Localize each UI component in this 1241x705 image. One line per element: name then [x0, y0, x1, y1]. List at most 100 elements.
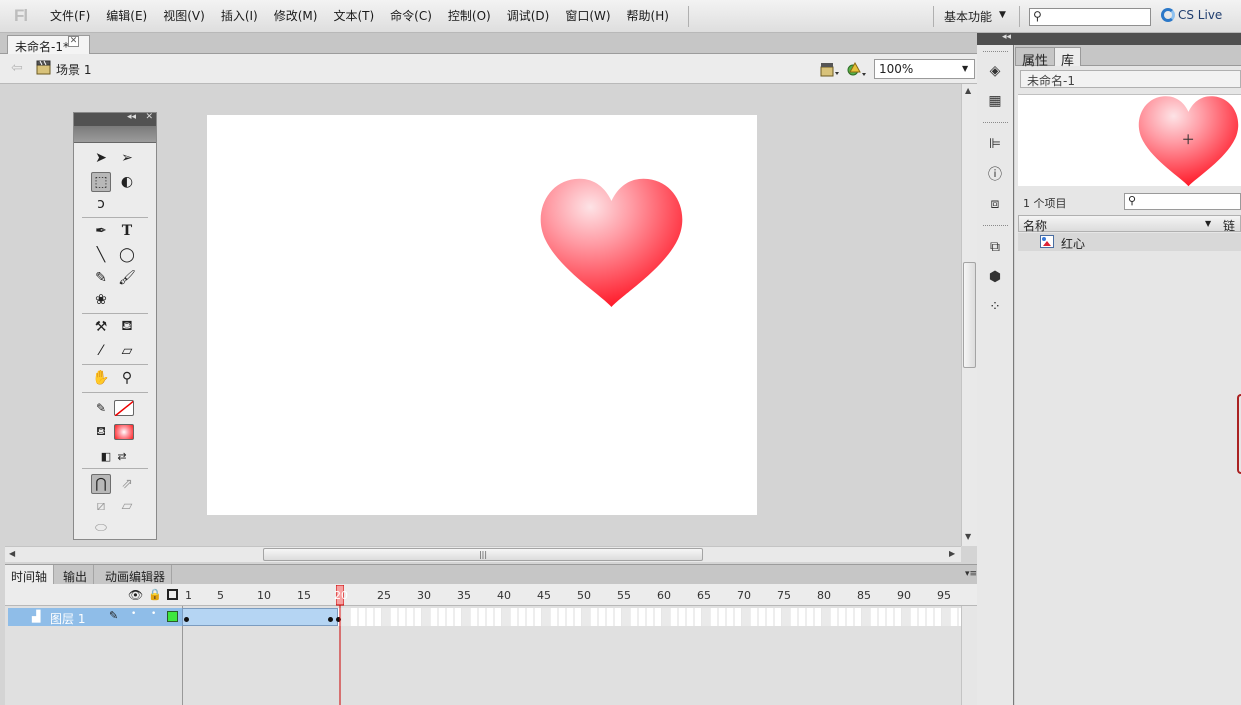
menu-modify[interactable]: 修改(M) — [266, 0, 326, 33]
edit-scene-icon[interactable] — [820, 61, 840, 77]
tab-output[interactable]: 输出 — [57, 565, 95, 585]
eyedropper-tool-icon[interactable]: ⁄ — [91, 341, 111, 361]
library-search-input[interactable]: ⚲ — [1124, 193, 1241, 210]
stroke-color-swatch[interactable] — [114, 400, 134, 416]
info-panel-icon[interactable]: ⓘ — [986, 165, 1004, 183]
edit-symbol-icon[interactable] — [847, 60, 867, 78]
scene-name[interactable]: 场景 1 — [56, 61, 91, 78]
swap-colors-icon[interactable]: ⇄ — [112, 446, 132, 466]
tab-motion-editor[interactable]: 动画编辑器 — [99, 565, 173, 585]
fill-color-swatch[interactable] — [114, 424, 134, 440]
subselection-tool-icon[interactable]: ➢ — [117, 148, 137, 168]
components-panel-icon[interactable]: ⬢ — [986, 268, 1004, 286]
back-arrow-icon[interactable]: ⇦ — [11, 60, 23, 76]
stroke-color-icon[interactable]: ✎ — [91, 398, 111, 418]
outline-icon[interactable] — [167, 589, 178, 600]
library-document-select[interactable]: 未命名-1 — [1020, 70, 1241, 88]
collapse-icon[interactable]: ◂◂ — [1002, 32, 1011, 42]
sort-icon[interactable]: ▼ — [1205, 219, 1211, 228]
menu-file[interactable]: 文件(F) — [42, 0, 98, 33]
pencil-tool-icon[interactable]: ✎ — [91, 268, 111, 288]
keyframe-dot[interactable] — [184, 617, 189, 622]
panel-menu-icon[interactable]: ▾≡ — [965, 569, 977, 579]
close-icon[interactable]: ✕ — [68, 36, 79, 47]
workspace-switcher[interactable]: 基本功能 — [944, 8, 992, 25]
tab-timeline[interactable]: 时间轴 — [5, 565, 55, 585]
eraser-tool-icon[interactable]: ▱ — [117, 341, 137, 361]
oval-tool-icon[interactable]: ◯ — [117, 245, 137, 265]
scale-icon[interactable]: ⬭ — [91, 518, 111, 538]
heart-shape[interactable] — [539, 177, 684, 308]
3d-rotation-tool-icon[interactable]: ◐ — [117, 172, 137, 192]
tools-titlebar[interactable]: ◂◂ ✕ — [74, 112, 156, 126]
menu-help[interactable]: 帮助(H) — [619, 0, 677, 33]
keyframe-dot[interactable] — [328, 617, 333, 622]
text-tool-icon[interactable]: T — [117, 221, 137, 241]
menu-text[interactable]: 文本(T) — [325, 0, 382, 33]
cs-live-button[interactable]: CS Live — [1161, 8, 1222, 22]
collapse-icon[interactable]: ◂◂ — [127, 112, 136, 122]
menu-insert[interactable]: 插入(I) — [213, 0, 266, 33]
color-panel-icon[interactable]: ◈ — [986, 62, 1004, 80]
scroll-thumb[interactable] — [963, 262, 976, 368]
menu-control[interactable]: 控制(O) — [440, 0, 499, 33]
bone-tool-icon[interactable]: ⚒ — [91, 317, 111, 337]
timeline-vertical-scrollbar[interactable] — [961, 606, 977, 705]
menu-view[interactable]: 视图(V) — [155, 0, 213, 33]
chevron-down-icon[interactable]: ▼ — [962, 64, 968, 73]
column-name[interactable]: 名称 — [1023, 217, 1047, 234]
frames-row[interactable] — [182, 606, 961, 628]
scroll-down-icon[interactable]: ▼ — [965, 532, 971, 541]
stage-horizontal-scrollbar[interactable]: ◀ ||| ▶ — [5, 546, 961, 562]
straighten-icon[interactable]: ⧄ — [91, 496, 111, 516]
align-panel-icon[interactable]: ⊫ — [986, 135, 1004, 153]
lock-icon[interactable]: 🔒 — [148, 588, 162, 601]
free-transform-tool-icon[interactable]: ⬚ — [91, 172, 111, 192]
lock-dot[interactable]: • — [151, 609, 156, 619]
library-item[interactable]: 红心 — [1018, 233, 1241, 251]
layer-row[interactable]: ▟ 图层 1 ✎ • • — [8, 608, 182, 626]
hand-tool-icon[interactable]: ✋ — [91, 368, 111, 388]
code-snippets-icon[interactable]: ⧉ — [986, 238, 1004, 256]
zoom-tool-icon[interactable]: ⚲ — [117, 368, 137, 388]
brush-tool-icon[interactable]: 🖌 — [117, 268, 137, 288]
motion-presets-icon[interactable]: ⁘ — [986, 298, 1004, 316]
tools-grip[interactable] — [74, 126, 156, 143]
transform-panel-icon[interactable]: ⧈ — [986, 195, 1004, 213]
stage-vertical-scrollbar[interactable]: ▲ ▼ — [961, 84, 977, 546]
layer-color-swatch[interactable] — [167, 611, 178, 622]
line-tool-icon[interactable]: ╲ — [91, 245, 111, 265]
zoom-select[interactable]: 100% — [874, 59, 975, 79]
tab-library[interactable]: 库 — [1054, 47, 1082, 69]
deco-tool-icon[interactable]: ❀ — [91, 290, 111, 310]
layer-name[interactable]: 图层 1 — [50, 610, 85, 627]
close-icon[interactable]: ✕ — [145, 112, 153, 122]
dock-grip[interactable] — [983, 122, 1008, 124]
fill-color-icon[interactable]: ⛾ — [91, 422, 111, 442]
side-panel-edge[interactable] — [1237, 394, 1241, 474]
eye-icon[interactable]: 👁 — [128, 588, 143, 602]
scroll-up-icon[interactable]: ▲ — [965, 86, 971, 95]
chevron-down-icon[interactable]: ▼ — [999, 10, 1006, 20]
dock-grip[interactable] — [983, 51, 1008, 53]
rotate-skew-icon[interactable]: ▱ — [117, 496, 137, 516]
scroll-thumb[interactable]: ||| — [263, 548, 703, 561]
menu-window[interactable]: 窗口(W) — [557, 0, 618, 33]
visibility-dot[interactable]: • — [131, 609, 136, 619]
scroll-left-icon[interactable]: ◀ — [9, 549, 15, 558]
smooth-icon[interactable]: ⇗ — [117, 474, 137, 494]
selection-tool-icon[interactable]: ➤ — [91, 148, 111, 168]
playhead[interactable] — [336, 585, 344, 705]
stage[interactable] — [207, 115, 757, 515]
tab-properties[interactable]: 属性 — [1015, 47, 1056, 69]
pen-tool-icon[interactable]: ✒ — [91, 221, 111, 241]
menu-debug[interactable]: 调试(D) — [499, 0, 558, 33]
scroll-right-icon[interactable]: ▶ — [949, 549, 955, 558]
help-search-input[interactable]: ⚲ — [1029, 8, 1151, 26]
frame-ruler[interactable]: 1 5 10 15 25 30 35 40 45 50 55 60 65 70 75 80 85 90 95 — [182, 584, 962, 606]
paint-bucket-tool-icon[interactable]: ⛾ — [117, 317, 137, 337]
swatches-panel-icon[interactable]: ▦ — [986, 92, 1004, 110]
menu-edit[interactable]: 编辑(E) — [98, 0, 155, 33]
snap-to-objects-icon[interactable]: ⋂ — [91, 474, 111, 494]
dock-grip[interactable] — [983, 225, 1008, 227]
